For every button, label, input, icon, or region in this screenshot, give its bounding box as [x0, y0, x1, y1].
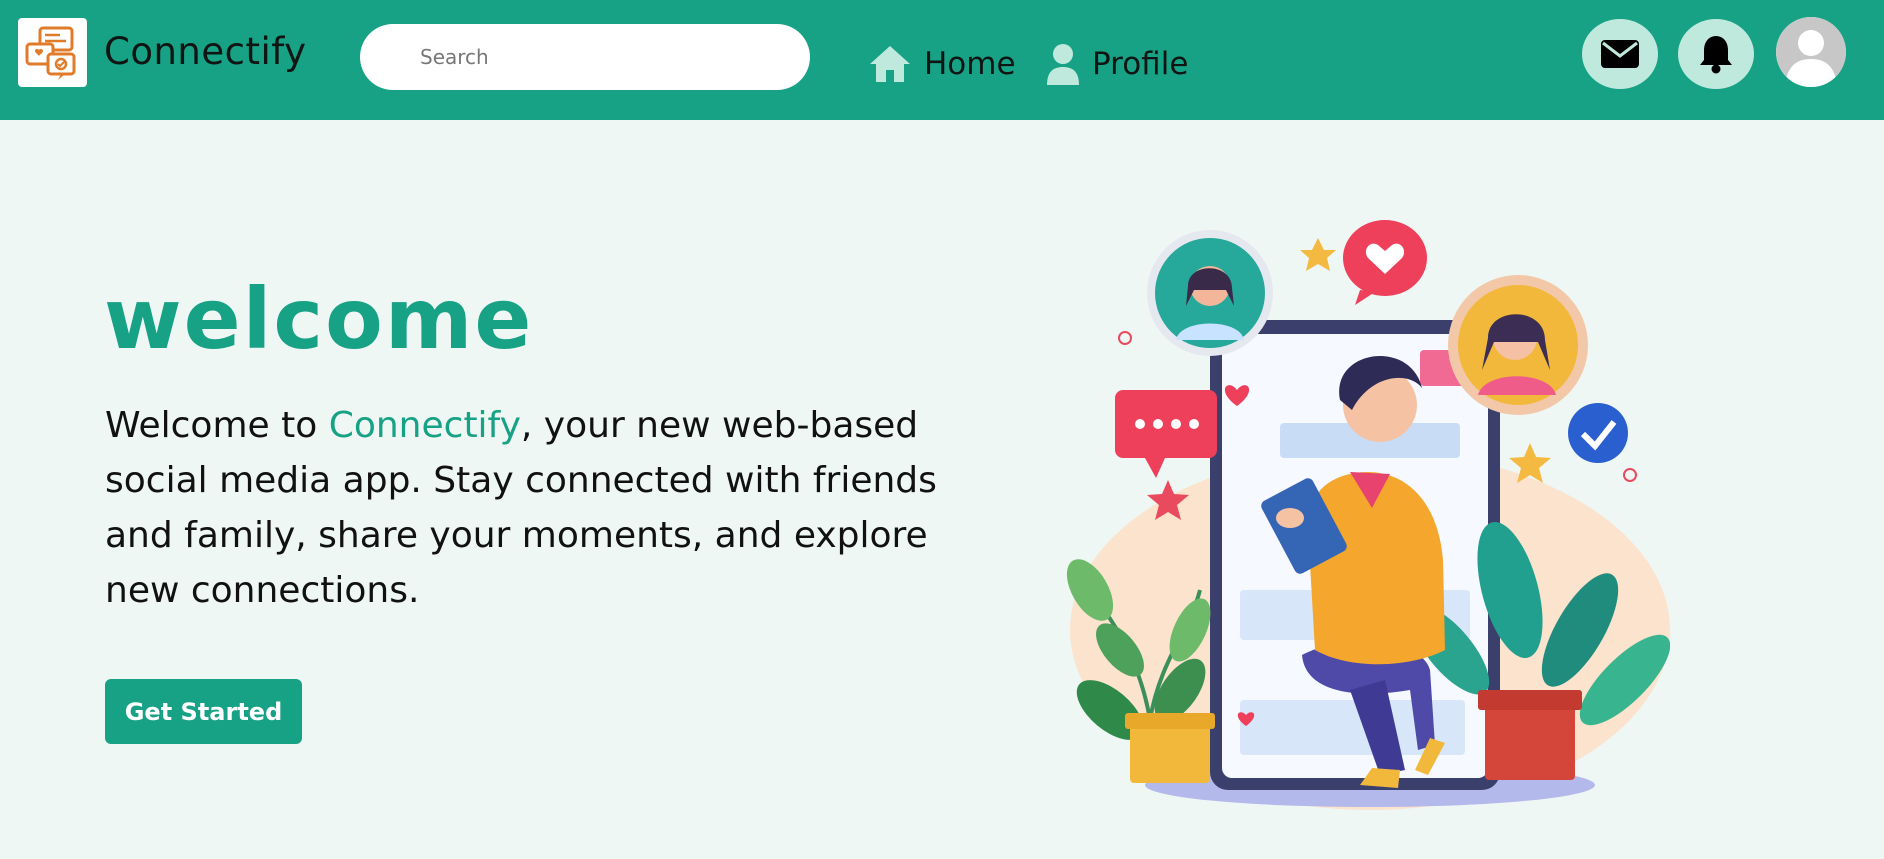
get-started-button[interactable]: Get Started — [105, 679, 302, 744]
hero-text-before: Welcome to — [105, 405, 329, 446]
user-avatar[interactable] — [1776, 17, 1846, 87]
user-icon — [1047, 44, 1079, 85]
nav-home-label: Home — [924, 46, 1016, 82]
hero-brand-highlight: Connectify — [328, 405, 521, 446]
decor-ring-icon — [1118, 331, 1132, 345]
nav-profile[interactable]: Profile — [1046, 36, 1188, 92]
heart-chat-bubble — [1343, 220, 1427, 305]
top-nav-bar: Connectify Home Profile — [0, 0, 1884, 120]
envelope-icon — [1601, 40, 1639, 68]
chat-bubbles-logo-icon — [25, 26, 76, 80]
dots-chat-bubble — [1115, 390, 1217, 478]
friend-avatar-left — [1147, 230, 1273, 356]
nav-profile-label: Profile — [1092, 46, 1189, 82]
user-avatar-icon — [1776, 17, 1846, 87]
check-badge-icon — [1568, 403, 1628, 463]
notifications-button[interactable] — [1678, 19, 1754, 89]
decor-ring-icon — [1623, 468, 1637, 482]
friend-avatar-right — [1448, 275, 1588, 415]
messages-button[interactable] — [1582, 19, 1658, 89]
app-logo[interactable] — [18, 18, 87, 87]
search-input[interactable] — [360, 24, 810, 90]
bell-icon — [1700, 36, 1732, 74]
hero-heading: welcome — [104, 270, 534, 368]
gear-sticker-icon — [1300, 238, 1336, 271]
hero-description: Welcome to Connectify, your new web-base… — [105, 398, 965, 618]
app-title: Connectify — [104, 30, 307, 73]
home-icon — [870, 46, 910, 82]
nav-home[interactable]: Home — [868, 36, 1016, 92]
hero-illustration — [1066, 220, 1670, 810]
